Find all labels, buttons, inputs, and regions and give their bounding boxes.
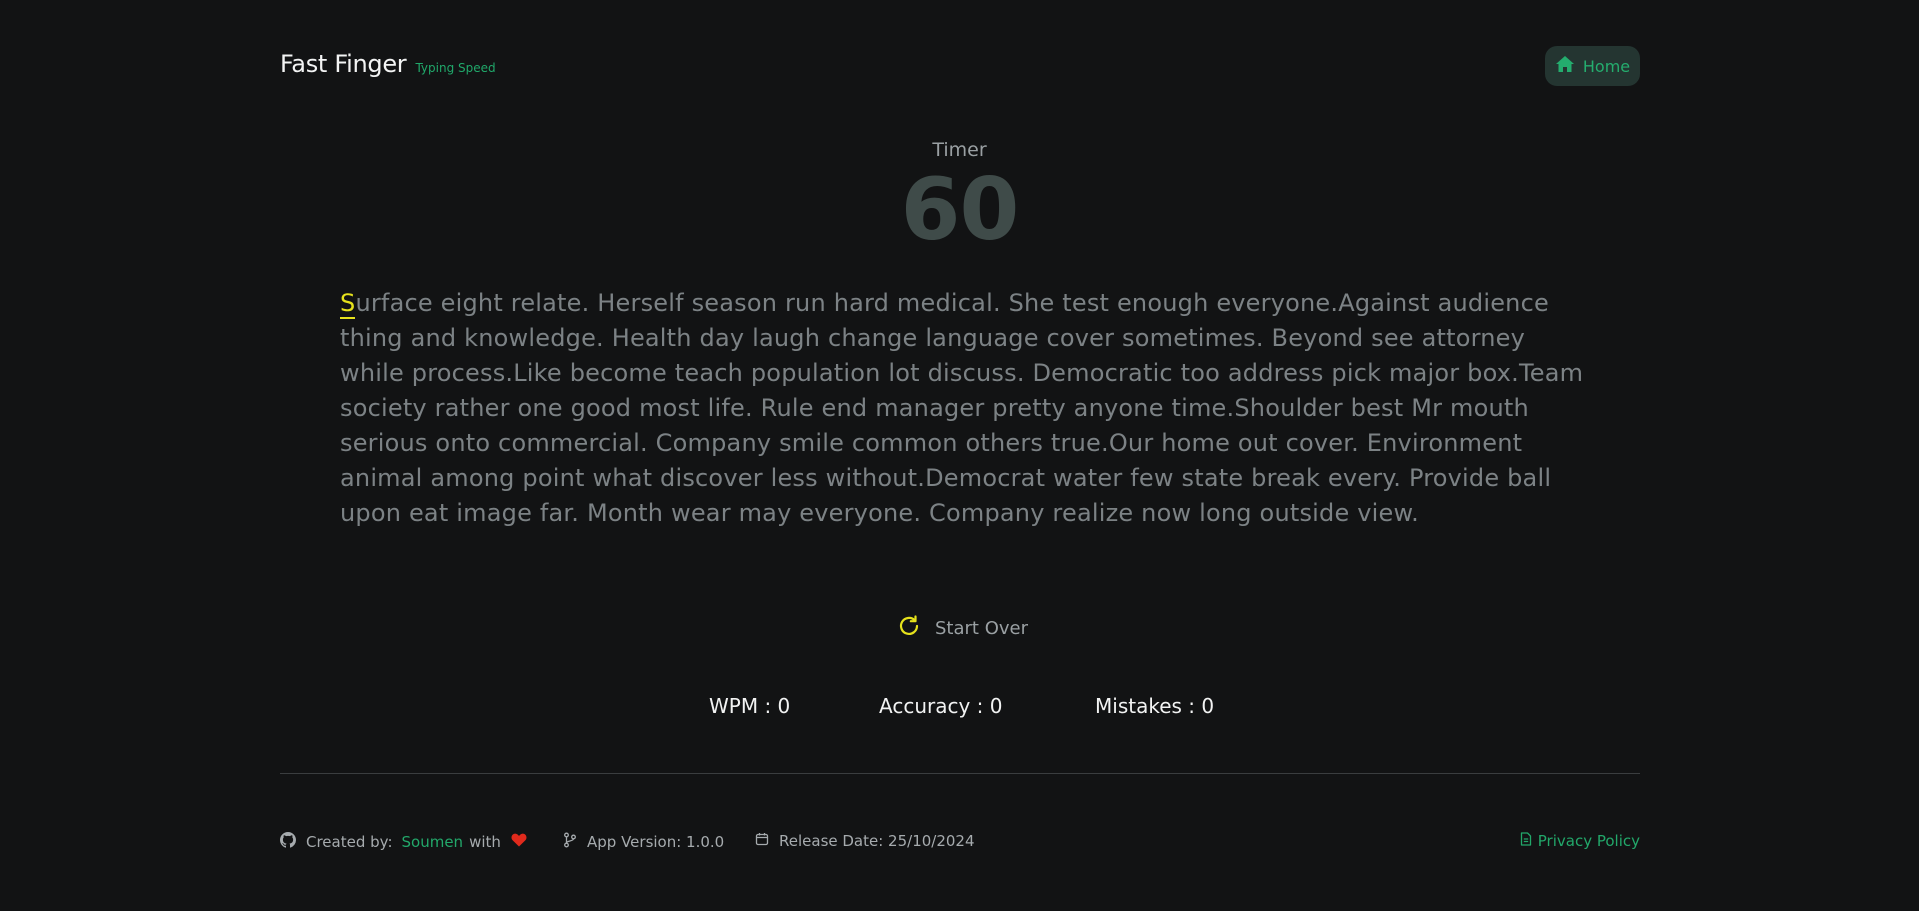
created-by-label: Created by: — [306, 833, 393, 851]
release-date: Release Date: 25/10/2024 — [755, 832, 975, 850]
typing-app-page: Fast Finger Typing Speed Home Timer 60 S… — [0, 0, 1919, 911]
timer-value: 60 — [900, 160, 1020, 260]
app-version: App Version: 1.0.0 — [563, 832, 724, 852]
author-link[interactable]: Soumen — [402, 833, 464, 851]
document-icon — [1520, 832, 1532, 850]
home-button[interactable]: Home — [1545, 46, 1640, 86]
release-date-label: Release Date: 25/10/2024 — [779, 832, 975, 850]
with-label: with — [469, 833, 501, 851]
home-button-label: Home — [1582, 56, 1631, 76]
github-icon[interactable] — [280, 832, 296, 852]
stats-bar: WPM : 0 Accuracy : 0 Mistakes : 0 — [0, 694, 1919, 720]
app-subtitle: Typing Speed — [415, 61, 496, 75]
footer: Created by: Soumen with App Version: 1.0… — [280, 832, 1640, 854]
calendar-icon — [755, 832, 769, 850]
start-over-label: Start Over — [935, 617, 1028, 639]
app-version-label: App Version: 1.0.0 — [587, 833, 725, 851]
typing-passage[interactable]: Surface eight relate. Herself season run… — [340, 286, 1590, 531]
created-by: Created by: Soumen with — [280, 832, 527, 852]
privacy-policy-link[interactable]: Privacy Policy — [1520, 832, 1640, 850]
passage-text: urface eight relate. Herself season run … — [340, 289, 1584, 527]
mistakes-stat: Mistakes : 0 — [1095, 694, 1215, 718]
home-icon — [1555, 55, 1575, 77]
brand: Fast Finger Typing Speed — [280, 50, 496, 78]
git-branch-icon — [563, 832, 577, 852]
app-title: Fast Finger — [280, 50, 407, 78]
start-over-button[interactable]: Start Over — [897, 614, 1028, 642]
current-character: S — [340, 289, 356, 319]
privacy-policy-label: Privacy Policy — [1537, 832, 1640, 850]
wpm-stat: WPM : 0 — [709, 694, 791, 718]
refresh-icon — [897, 614, 921, 642]
heart-icon — [511, 833, 527, 851]
header: Fast Finger Typing Speed Home — [280, 46, 1640, 88]
accuracy-stat: Accuracy : 0 — [879, 694, 1003, 718]
footer-divider — [280, 773, 1640, 774]
